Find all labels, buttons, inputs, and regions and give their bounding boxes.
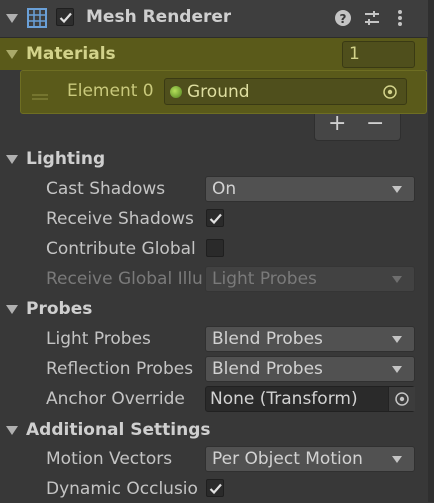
element-0-value: Ground: [187, 82, 250, 102]
materials-foldout-arrow[interactable]: [6, 50, 18, 59]
chevron-down-icon: [392, 276, 402, 283]
light-probes-value: Blend Probes: [212, 329, 323, 349]
component-enabled-checkbox[interactable]: [56, 8, 74, 26]
chevron-down-icon: [392, 366, 402, 373]
add-element-button[interactable]: +: [328, 111, 346, 136]
component-title: Mesh Renderer: [86, 7, 232, 27]
anchor-override-value: None (Transform): [210, 389, 358, 409]
additional-foldout-arrow[interactable]: [6, 426, 18, 435]
receive-global-label: Receive Global Illu: [46, 269, 202, 289]
object-picker-icon: [394, 391, 410, 412]
scrollbar[interactable]: [428, 0, 434, 502]
element-0-object-field[interactable]: Ground: [164, 78, 407, 105]
object-picker-icon[interactable]: [382, 84, 398, 105]
chevron-down-icon: [392, 456, 402, 463]
receive-shadows-label: Receive Shadows: [46, 209, 194, 229]
lighting-header[interactable]: Lighting: [26, 149, 105, 169]
cast-shadows-value: On: [212, 179, 237, 199]
chevron-down-icon: [392, 186, 402, 193]
contribute-global-label: Contribute Global: [46, 239, 196, 259]
presets-icon[interactable]: [363, 9, 381, 32]
receive-global-value: Light Probes: [212, 269, 317, 289]
motion-vectors-dropdown[interactable]: Per Object Motion: [205, 446, 415, 472]
object-picker-button[interactable]: [388, 387, 415, 411]
cast-shadows-dropdown[interactable]: On: [205, 176, 415, 202]
drag-handle-icon[interactable]: [32, 86, 48, 106]
contribute-global-checkbox[interactable]: [206, 239, 224, 257]
motion-vectors-value: Per Object Motion: [212, 449, 363, 469]
receive-shadows-checkbox[interactable]: [206, 209, 224, 227]
lighting-foldout-arrow[interactable]: [6, 155, 18, 164]
chevron-down-icon: [392, 336, 402, 343]
light-probes-dropdown[interactable]: Blend Probes: [205, 326, 415, 352]
dynamic-occlusion-label: Dynamic Occlusio: [46, 479, 198, 499]
kebab-menu-icon[interactable]: [396, 9, 404, 32]
remove-element-button[interactable]: −: [366, 111, 384, 136]
anchor-override-field[interactable]: None (Transform): [205, 386, 415, 412]
motion-vectors-label: Motion Vectors: [46, 449, 173, 469]
reflection-probes-label: Reflection Probes: [46, 359, 194, 379]
materials-size-value: 1: [349, 44, 360, 64]
help-icon[interactable]: ?: [334, 9, 352, 32]
cast-shadows-label: Cast Shadows: [46, 179, 166, 199]
component-foldout-arrow[interactable]: [6, 14, 18, 23]
material-icon: [170, 86, 182, 98]
svg-text:?: ?: [340, 12, 347, 26]
materials-size-field[interactable]: 1: [342, 41, 415, 68]
light-probes-label: Light Probes: [46, 329, 151, 349]
element-0-label: Element 0: [67, 81, 154, 101]
reflection-probes-dropdown[interactable]: Blend Probes: [205, 356, 415, 382]
additional-settings-header[interactable]: Additional Settings: [26, 420, 211, 440]
materials-label: Materials: [26, 44, 116, 64]
probes-header[interactable]: Probes: [26, 299, 92, 319]
anchor-override-label: Anchor Override: [46, 389, 185, 409]
receive-global-dropdown: Light Probes: [205, 266, 415, 292]
dynamic-occlusion-checkbox[interactable]: [206, 479, 224, 497]
mesh-renderer-icon: [26, 7, 48, 34]
reflection-probes-value: Blend Probes: [212, 359, 323, 379]
probes-foldout-arrow[interactable]: [6, 305, 18, 314]
